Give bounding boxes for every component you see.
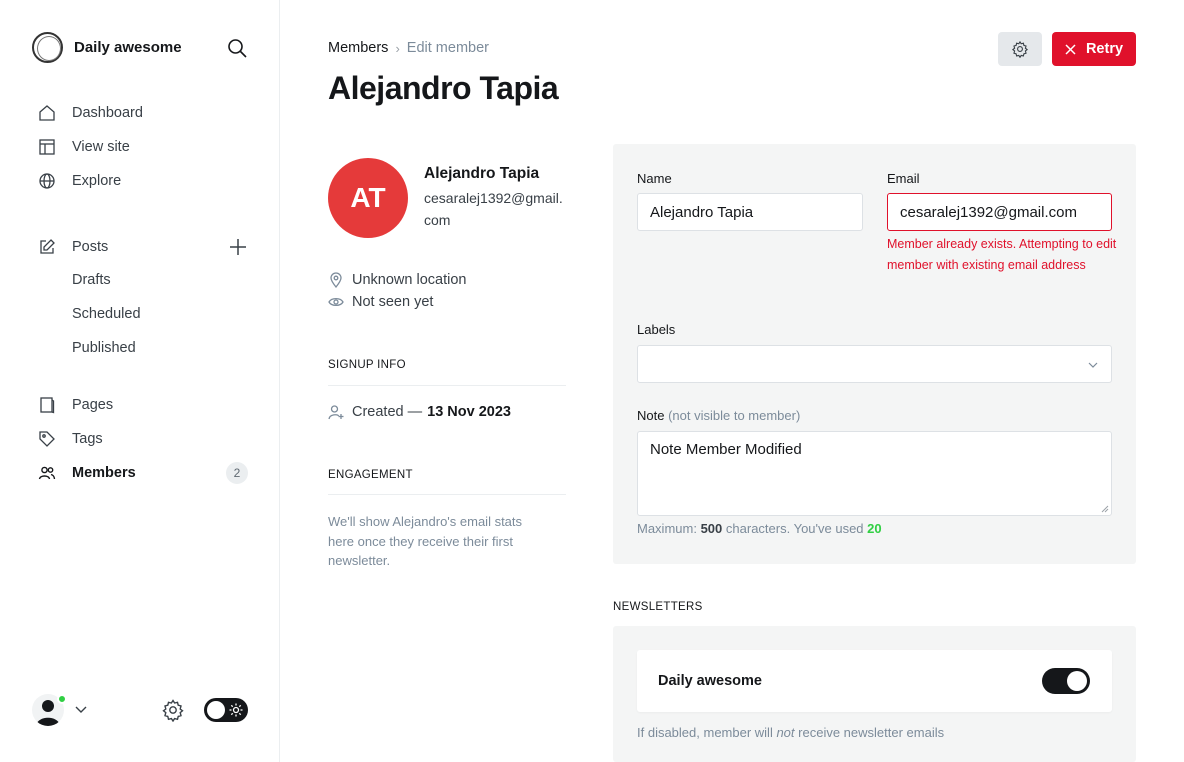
member-settings-button[interactable] <box>998 32 1042 66</box>
page-title: Alejandro Tapia <box>328 70 559 106</box>
gear-icon <box>1011 40 1029 58</box>
newsletter-subscription-toggle[interactable] <box>1042 668 1090 694</box>
breadcrumb-separator: › <box>395 40 400 56</box>
sidebar-item-label: Explore <box>72 173 122 189</box>
location-text: Unknown location <box>352 272 467 288</box>
eye-icon <box>328 294 344 310</box>
email-error-message: Member already exists. Attempting to edi… <box>887 237 1117 272</box>
home-icon <box>37 103 57 123</box>
sidebar-item-scheduled[interactable]: Scheduled <box>72 306 141 328</box>
user-plus-icon <box>328 404 344 420</box>
toggle-knob <box>207 701 225 719</box>
last-seen-text: Not seen yet <box>352 294 434 310</box>
sidebar-item-dashboard[interactable]: Dashboard <box>37 101 143 125</box>
char-max: 500 <box>700 521 723 536</box>
member-email: cesaralej1392@gmail.com <box>424 190 563 228</box>
retry-button[interactable]: Retry <box>1052 32 1136 66</box>
online-status-dot <box>57 694 67 704</box>
location-pin-icon <box>328 272 344 288</box>
globe-icon <box>37 171 57 191</box>
member-name: Alejandro Tapia <box>424 165 540 182</box>
name-label: Name <box>637 171 672 186</box>
sidebar-item-label: View site <box>72 139 130 155</box>
member-location: Unknown location <box>328 272 466 288</box>
tag-icon <box>37 429 57 449</box>
sidebar-item-pages[interactable]: Pages <box>37 393 113 417</box>
member-avatar: AT <box>328 158 408 238</box>
char-mid: characters. You've used <box>725 521 864 536</box>
hint-after: receive newsletter emails <box>798 725 945 740</box>
newsletter-name: Daily awesome <box>658 673 762 689</box>
note-hint: (not visible to member) <box>668 408 801 423</box>
sun-icon <box>229 703 243 717</box>
email-label: Email <box>887 171 920 186</box>
divider <box>328 494 566 495</box>
created-prefix: Created — <box>352 404 423 420</box>
note-label-text: Note <box>637 408 665 423</box>
hint-before: If disabled, member will <box>637 725 773 740</box>
sidebar-item-members[interactable]: Members <box>37 461 136 485</box>
breadcrumb-members-link[interactable]: Members <box>328 40 388 56</box>
email-field[interactable]: cesaralej1392@gmail.com <box>887 193 1112 231</box>
sidebar: Daily awesome Dashboard View site Explor… <box>0 0 280 762</box>
edit-icon <box>37 237 57 257</box>
site-title: Daily awesome <box>74 39 182 56</box>
dark-mode-toggle[interactable] <box>204 698 248 722</box>
labels-select[interactable] <box>637 345 1112 383</box>
toggle-knob <box>1067 671 1087 691</box>
sidebar-item-explore[interactable]: Explore <box>37 169 121 193</box>
char-prefix: Maximum: <box>637 521 697 536</box>
sidebar-item-label: Dashboard <box>72 105 143 121</box>
name-field[interactable]: Alejandro Tapia <box>637 193 863 231</box>
members-icon <box>37 463 57 483</box>
sidebar-item-label: Tags <box>72 431 103 447</box>
retry-label: Retry <box>1085 41 1124 57</box>
site-logo-icon <box>32 32 63 63</box>
newsletter-hint: If disabled, member will not receive new… <box>637 725 944 740</box>
sidebar-item-label: Posts <box>72 239 109 255</box>
engagement-heading: ENGAGEMENT <box>328 469 413 481</box>
created-date: 13 Nov 2023 <box>427 404 511 420</box>
pages-icon <box>37 395 57 415</box>
signup-info-heading: SIGNUP INFO <box>328 359 406 371</box>
note-value: Note Member Modified <box>650 441 802 458</box>
breadcrumb: Members › Edit member <box>328 40 489 56</box>
sidebar-item-label: Pages <box>72 397 114 413</box>
search-icon[interactable] <box>226 37 248 59</box>
breadcrumb-current: Edit member <box>406 40 489 56</box>
note-label: Note (not visible to member) <box>637 408 800 423</box>
sidebar-item-posts[interactable]: Posts <box>37 235 108 259</box>
members-count-badge: 2 <box>226 462 248 484</box>
sidebar-item-drafts[interactable]: Drafts <box>72 272 111 294</box>
sidebar-item-view-site[interactable]: View site <box>37 135 130 159</box>
labels-label: Labels <box>637 322 676 337</box>
engagement-description: We'll show Alejandro's email stats here … <box>328 514 523 568</box>
sidebar-item-tags[interactable]: Tags <box>37 427 103 451</box>
chevron-down-icon <box>1088 362 1098 368</box>
member-last-seen: Not seen yet <box>328 294 433 310</box>
newsletters-heading: NEWSLETTERS <box>613 601 703 613</box>
new-post-plus-icon[interactable] <box>228 237 248 257</box>
sidebar-item-published[interactable]: Published <box>72 340 136 362</box>
gear-icon[interactable] <box>161 698 185 722</box>
close-icon <box>1065 43 1076 55</box>
note-character-count: Maximum: 500 characters. You've used 20 <box>637 521 882 536</box>
chevron-down-icon[interactable] <box>74 702 88 716</box>
member-created: Created — 13 Nov 2023 <box>328 404 511 420</box>
sidebar-item-label: Members <box>72 465 136 481</box>
brand[interactable]: Daily awesome <box>32 32 182 63</box>
note-textarea[interactable]: Note Member Modified <box>637 431 1112 516</box>
divider <box>328 385 566 386</box>
resize-grip-icon[interactable] <box>1101 505 1109 513</box>
layout-icon <box>37 137 57 157</box>
hint-emphasis: not <box>776 725 795 740</box>
char-used: 20 <box>867 521 882 536</box>
